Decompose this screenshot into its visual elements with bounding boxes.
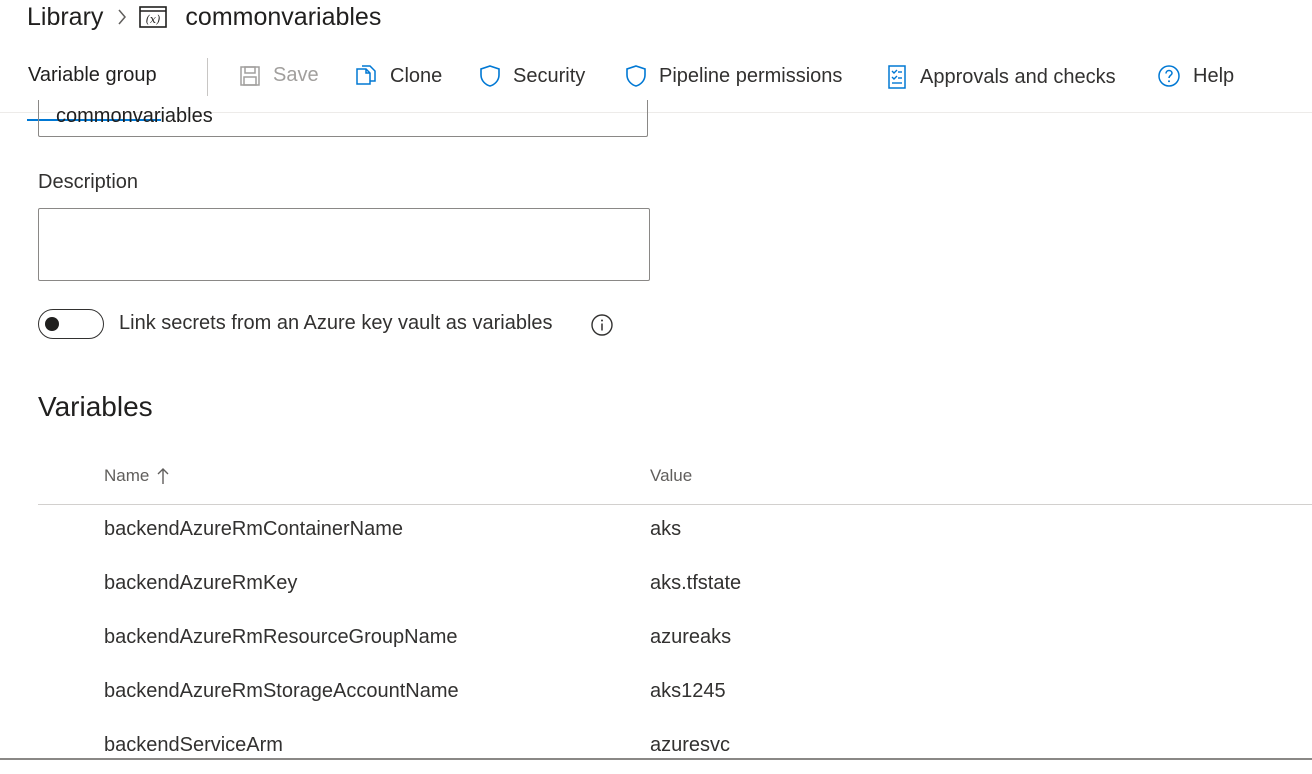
page-title: commonvariables <box>185 2 382 31</box>
variable-value: azuresvc <box>650 734 731 756</box>
variable-value: aks.tfstate <box>650 572 742 594</box>
help-icon <box>1158 65 1180 87</box>
variable-value: aks1245 <box>650 680 726 702</box>
help-button[interactable]: Help <box>1157 64 1234 88</box>
table-row[interactable]: backendAzureRmKey aks.tfstate <box>38 558 1312 612</box>
variable-group-name-input[interactable]: commonvariables <box>38 100 648 137</box>
chevron-right-icon <box>117 8 127 26</box>
tab-variable-group[interactable]: Variable group <box>27 64 161 121</box>
variable-name: backendAzureRmResourceGroupName <box>104 626 458 648</box>
info-icon[interactable] <box>590 313 614 342</box>
description-input[interactable] <box>38 208 650 281</box>
variable-name: backendAzureRmContainerName <box>104 518 404 540</box>
toolbar-divider <box>207 58 208 96</box>
approvals-and-checks-button-label: Approvals and checks <box>920 65 1116 88</box>
save-icon <box>240 65 260 86</box>
breadcrumb-library-link[interactable]: Library <box>27 3 103 32</box>
table-row[interactable]: backendAzureRmStorageAccountName aks1245 <box>38 666 1312 720</box>
variable-name: backendAzureRmKey <box>104 572 298 594</box>
keyvault-toggle-label: Link secrets from an Azure key vault as … <box>119 312 553 334</box>
variable-group-icon: (x) <box>139 6 168 28</box>
clone-button-label: Clone <box>390 64 443 87</box>
checklist-icon <box>888 65 906 89</box>
save-button[interactable]: Save <box>239 64 319 87</box>
table-row[interactable]: backendAzureRmResourceGroupName azureaks <box>38 612 1312 666</box>
variable-name: backendAzureRmStorageAccountName <box>104 680 459 702</box>
approvals-and-checks-button[interactable]: Approvals and checks <box>886 64 1116 90</box>
shield-icon <box>480 65 500 87</box>
variable-name: backendServiceArm <box>104 734 283 756</box>
table-row[interactable]: backendAzureRmContainerName aks <box>38 504 1312 558</box>
column-header-name-label: Name <box>104 466 150 485</box>
toggle-knob <box>45 317 59 331</box>
tab-variable-group-label: Variable group <box>28 64 157 86</box>
table-row[interactable]: backendServiceArm azuresvc <box>38 720 1312 774</box>
help-button-label: Help <box>1193 64 1235 87</box>
keyvault-toggle[interactable] <box>38 309 104 339</box>
breadcrumb: Library (x) commonvariables <box>27 0 381 34</box>
security-button-label: Security <box>513 64 586 87</box>
svg-text:(x): (x) <box>146 13 161 26</box>
variables-section-title: Variables <box>38 391 153 422</box>
clone-icon <box>356 65 376 85</box>
arrow-up-icon <box>157 468 169 484</box>
description-label: Description <box>38 171 139 193</box>
pipeline-permissions-button-label: Pipeline permissions <box>659 64 843 87</box>
column-header-name[interactable]: Name <box>104 466 171 486</box>
shield-icon <box>626 65 646 87</box>
pipeline-permissions-button[interactable]: Pipeline permissions <box>625 64 842 88</box>
clone-button[interactable]: Clone <box>354 64 442 88</box>
save-button-label: Save <box>273 64 319 86</box>
security-button[interactable]: Security <box>479 64 585 88</box>
variable-value: azureaks <box>650 626 732 648</box>
column-header-value: Value <box>650 466 693 485</box>
variable-value: aks <box>650 518 682 540</box>
